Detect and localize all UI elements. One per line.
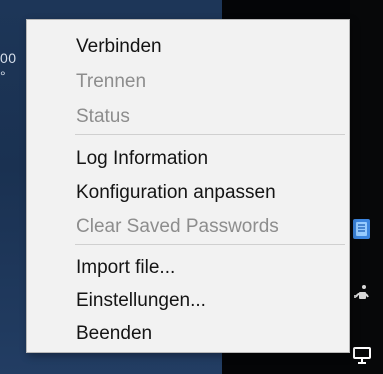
menu-item-einstellungen[interactable]: Einstellungen... bbox=[27, 286, 349, 316]
taskbar-tray-area bbox=[350, 0, 383, 374]
vpn-icon[interactable] bbox=[351, 218, 373, 240]
menu-item-clear-saved-passwords: Clear Saved Passwords bbox=[76, 216, 279, 237]
menu-item-trennen: Trennen bbox=[76, 71, 147, 92]
menu-separator-1 bbox=[75, 134, 345, 135]
lock-network-icon[interactable] bbox=[351, 282, 373, 304]
menu-item-import-file[interactable]: Import file... bbox=[27, 253, 349, 283]
clipped-background-text: 00 ° bbox=[0, 50, 17, 84]
tray-context-menu: Verbinden Trennen Status Log Information… bbox=[26, 19, 350, 353]
menu-separator-2 bbox=[75, 244, 345, 245]
menu-item-status: Status bbox=[76, 106, 130, 127]
menu-item-konfiguration-anpassen[interactable]: Konfiguration anpassen bbox=[27, 178, 349, 208]
monitor-icon[interactable] bbox=[351, 345, 373, 367]
menu-item-log-information[interactable]: Log Information bbox=[27, 144, 349, 174]
menu-item-beenden[interactable]: Beenden bbox=[27, 319, 349, 349]
menu-item-verbinden[interactable]: Verbinden bbox=[27, 32, 349, 62]
